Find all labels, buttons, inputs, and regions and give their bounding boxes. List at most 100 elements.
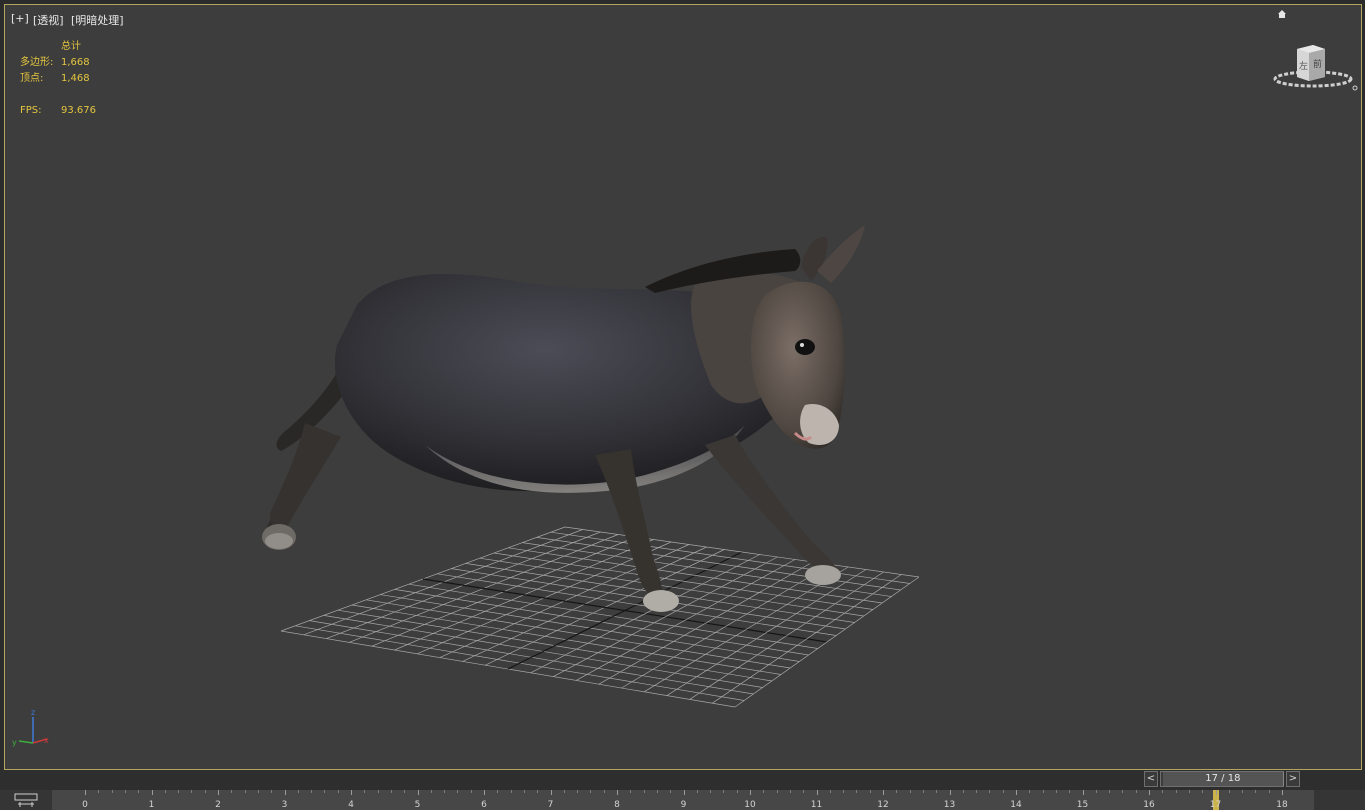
frame-tick (1215, 790, 1217, 795)
frame-minor-tick (1135, 790, 1137, 793)
frame-minor-tick (1122, 790, 1124, 793)
axis-x-label: x (44, 736, 49, 745)
frame-minor-tick (430, 790, 432, 793)
frame-minor-tick (537, 790, 539, 793)
frame-minor-tick (776, 790, 778, 793)
frame-minor-tick (630, 790, 632, 793)
grid-line (689, 571, 884, 700)
frame-minor-tick (337, 790, 339, 793)
axis-gizmo: z x y (12, 708, 49, 747)
frame-minor-tick (111, 790, 113, 793)
frame-tick (550, 790, 552, 795)
frame-minor-tick (962, 790, 964, 793)
frame-minor-tick (643, 790, 645, 793)
frame-minor-tick (404, 790, 406, 793)
frame-minor-tick (1055, 790, 1057, 793)
frame-tick (617, 790, 618, 795)
frame-minor-tick (763, 790, 765, 793)
frame-minor-tick (244, 790, 246, 793)
frame-tick (1016, 790, 1017, 795)
frame-minor-tick (1242, 790, 1244, 793)
frame-minor-tick (603, 790, 605, 793)
frame-label: 15 (1076, 800, 1089, 810)
frame-tick (484, 790, 485, 795)
frame-minor-tick (976, 790, 978, 793)
grid-line (712, 574, 902, 704)
frame-label: 17 (1209, 800, 1222, 810)
frame-minor-tick (311, 790, 313, 793)
trackbar[interactable]: 0 1 2 3 4 5 6 7 8 9 10 11 12 13 14 15 16 17 18 (52, 790, 1314, 810)
frame-minor-tick (989, 790, 991, 793)
frame-minor-tick (1042, 790, 1044, 793)
frame-minor-tick (869, 790, 871, 793)
frame-minor-tick (1029, 790, 1031, 793)
frame-minor-tick (896, 790, 898, 793)
frame-tick (1082, 790, 1084, 795)
frame-label: 18 (1276, 800, 1288, 810)
frame-label: 1 (148, 800, 155, 810)
frame-tick (949, 790, 951, 795)
next-frame-button[interactable]: > (1286, 771, 1300, 787)
frame-minor-tick (1162, 790, 1164, 793)
frame-minor-tick (736, 790, 738, 793)
frame-label: 7 (547, 800, 554, 810)
frame-minor-tick (563, 790, 565, 793)
frame-minor-tick (98, 790, 100, 793)
frame-tick (85, 790, 86, 795)
frame-label: 12 (877, 800, 889, 810)
frame-minor-tick (191, 790, 193, 793)
frame-minor-tick (843, 790, 845, 793)
frame-minor-tick (324, 790, 326, 793)
frame-label: 13 (943, 800, 956, 810)
frame-label: 2 (215, 800, 221, 810)
frame-minor-tick (1188, 790, 1190, 793)
frame-minor-tick (497, 790, 499, 793)
frame-minor-tick (1228, 790, 1230, 793)
frame-minor-tick (178, 790, 180, 793)
time-slider-track[interactable]: 17 / 18 (1160, 771, 1284, 787)
frame-label: 8 (614, 800, 620, 810)
frame-minor-tick (1069, 790, 1071, 793)
scene-canvas[interactable] (5, 5, 1361, 769)
frame-label: 9 (680, 800, 687, 810)
frame-minor-tick (789, 790, 791, 793)
frame-minor-tick (138, 790, 140, 793)
frame-minor-tick (297, 790, 299, 793)
frame-minor-tick (257, 790, 259, 793)
frame-tick (151, 790, 153, 795)
frame-minor-tick (936, 790, 938, 793)
grid-line (536, 537, 901, 591)
time-slider[interactable]: < 17 / 18 > (1144, 771, 1300, 787)
frame-minor-tick (124, 790, 126, 793)
frame-minor-tick (670, 790, 672, 793)
frame-minor-tick (1202, 790, 1204, 793)
frame-tick (284, 790, 286, 795)
frame-minor-tick (457, 790, 459, 793)
time-slider-thumb[interactable]: 17 / 18 (1162, 772, 1284, 786)
frame-minor-tick (377, 790, 379, 793)
frame-minor-tick (829, 790, 831, 793)
frame-tick (218, 790, 219, 795)
frame-minor-tick (271, 790, 273, 793)
frame-tick (883, 790, 884, 795)
frame-label: 16 (1143, 800, 1155, 810)
perspective-viewport[interactable]: [+] [透视] [明暗处理] 总计 多边形: 1,668 顶点: 1,468 … (4, 4, 1362, 770)
frame-minor-tick (1002, 790, 1004, 793)
frame-minor-tick (523, 790, 525, 793)
prev-frame-button[interactable]: < (1144, 771, 1158, 787)
frame-minor-tick (723, 790, 725, 793)
frame-minor-tick (656, 790, 658, 793)
donkey-model[interactable] (262, 225, 865, 612)
frame-minor-tick (1095, 790, 1097, 793)
frame-label: 5 (414, 800, 421, 810)
curve-editor-icon[interactable] (14, 793, 38, 809)
frame-minor-tick (577, 790, 579, 793)
frame-label: 6 (481, 800, 487, 810)
frame-minor-tick (1255, 790, 1257, 793)
frame-minor-tick (710, 790, 712, 793)
frame-minor-tick (1268, 790, 1270, 793)
bottom-bar: < 17 / 18 > 0 1 2 3 4 5 6 7 8 9 10 11 12 13 14 15 16 17 18 (0, 770, 1365, 810)
frame-minor-tick (696, 790, 698, 793)
frame-label: 14 (1010, 800, 1022, 810)
frame-minor-tick (364, 790, 366, 793)
